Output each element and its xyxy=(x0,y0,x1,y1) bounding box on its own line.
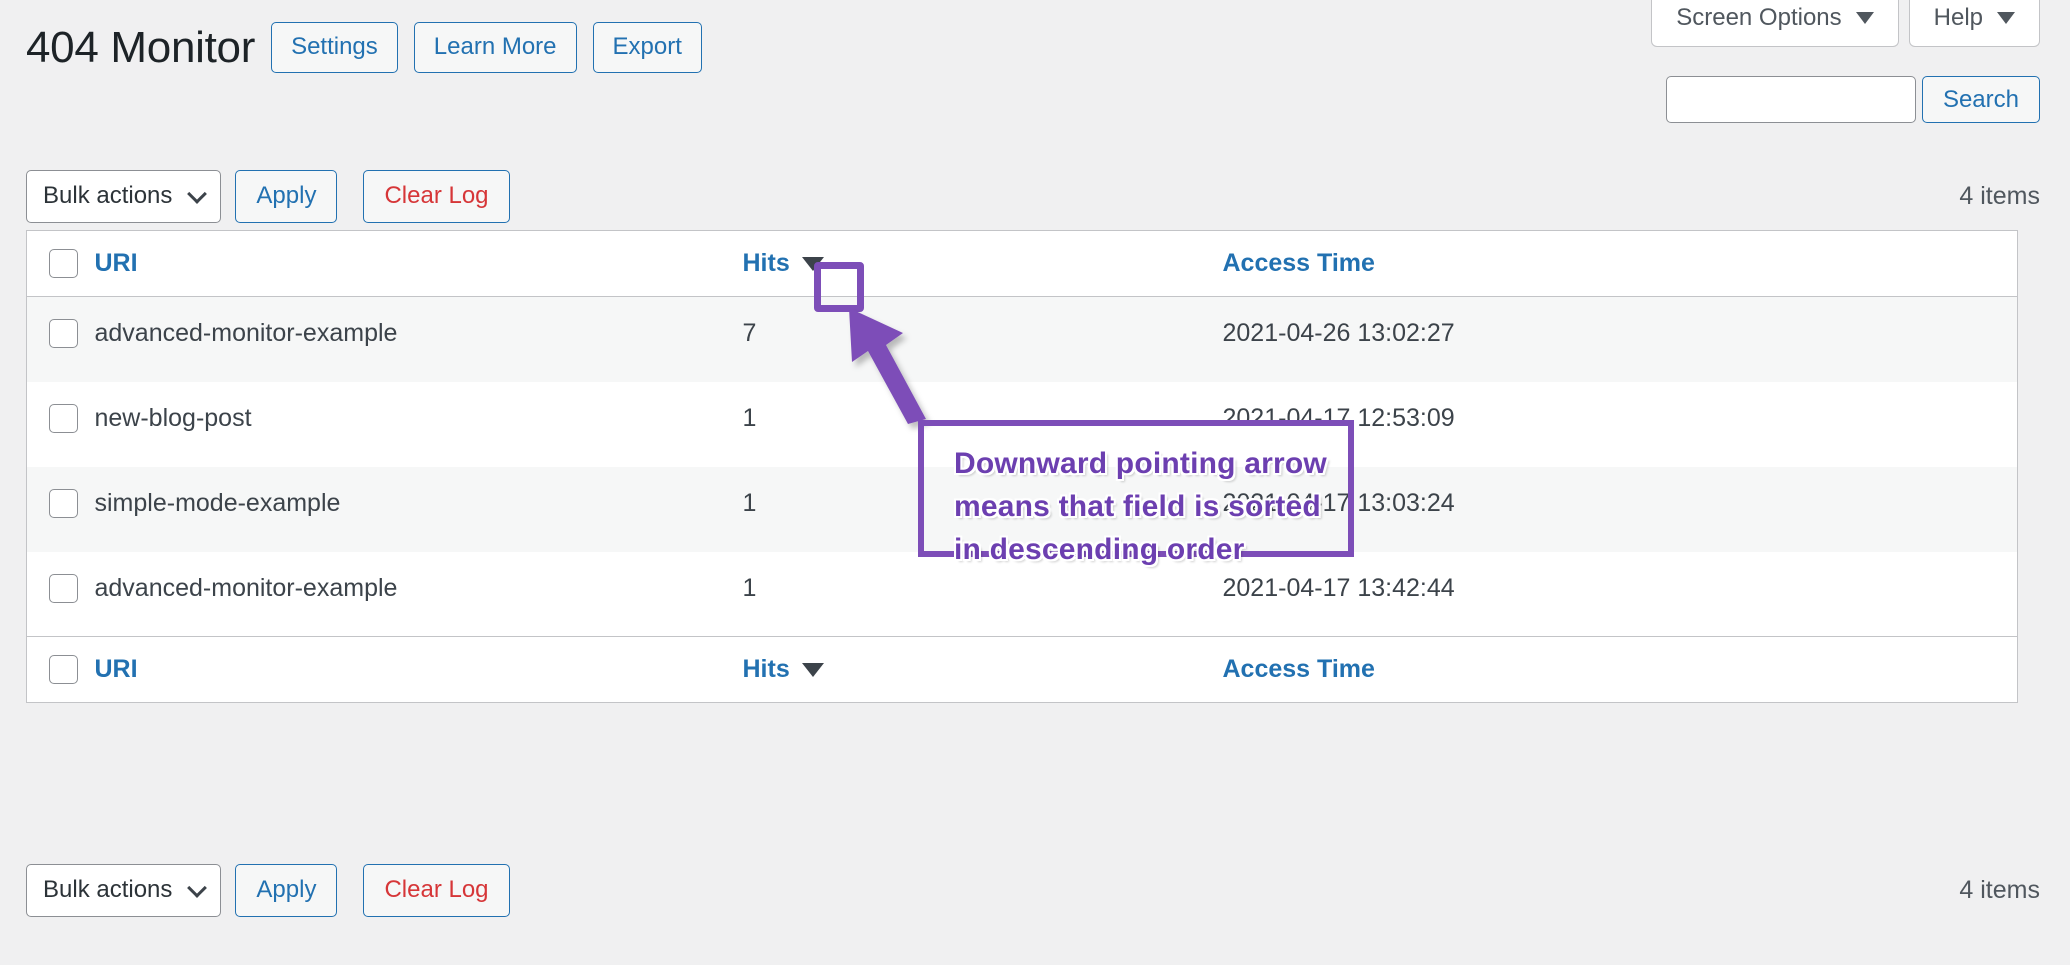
bulk-actions-select-top[interactable]: Bulk actions xyxy=(26,170,222,224)
cell-access-time: 2021-04-17 13:03:24 xyxy=(1222,488,1455,517)
page-header: 404 Monitor Settings Learn More Export xyxy=(26,22,702,74)
log-table: URI Hits Access Time advanced-monitor-ex… xyxy=(26,230,2018,703)
table-body: advanced-monitor-example 7 2021-04-26 13… xyxy=(26,296,2018,637)
screen-options-label: Screen Options xyxy=(1676,4,1842,31)
cell-hits: 1 xyxy=(742,488,757,517)
table-footer-row: URI Hits Access Time xyxy=(26,636,2018,703)
table-row: simple-mode-example 1 2021-04-17 13:03:2… xyxy=(26,466,2018,552)
tablenav-top: Bulk actions Apply Clear Log 4 items xyxy=(26,170,2040,224)
screen-options-button[interactable]: Screen Options xyxy=(1651,0,1899,47)
row-checkbox[interactable] xyxy=(49,573,78,603)
row-select-cell xyxy=(27,297,95,382)
cell-uri: simple-mode-example xyxy=(94,488,341,517)
search-button[interactable]: Search xyxy=(1921,76,2040,123)
items-count-top: 4 items xyxy=(1959,182,2040,211)
sort-link-uri[interactable]: URI xyxy=(95,249,138,278)
cell-access-time: 2021-04-17 12:53:09 xyxy=(1222,403,1455,432)
row-select-cell xyxy=(27,467,95,552)
column-footer-access-time[interactable]: Access Time xyxy=(1222,636,2018,703)
table-foot: URI Hits Access Time xyxy=(26,636,2018,703)
page-title: 404 Monitor xyxy=(26,22,256,72)
apply-button-bottom[interactable]: Apply xyxy=(235,864,338,918)
export-button[interactable]: Export xyxy=(592,22,702,74)
bulk-actions-label: Bulk actions xyxy=(43,876,173,903)
sort-link-hits-footer[interactable]: Hits xyxy=(743,655,790,684)
sort-link-access-time-footer[interactable]: Access Time xyxy=(1223,655,1375,684)
help-button[interactable]: Help xyxy=(1908,0,2040,47)
row-checkbox[interactable] xyxy=(49,488,78,518)
table-row: new-blog-post 1 2021-04-17 12:53:09 xyxy=(27,382,2018,467)
cell-uri: advanced-monitor-example xyxy=(94,551,743,637)
cell-access-time: 2021-04-17 13:42:44 xyxy=(1222,551,2018,637)
select-all-checkbox-bottom[interactable] xyxy=(49,655,78,684)
chevron-down-icon xyxy=(1997,12,2015,25)
sort-link-uri-footer[interactable]: URI xyxy=(95,655,138,684)
search-form: Search xyxy=(1665,76,2040,123)
table-row: advanced-monitor-example 7 2021-04-26 13… xyxy=(26,296,2018,382)
table-head: URI Hits Access Time xyxy=(26,230,2018,297)
cell-access-time: 2021-04-26 13:02:27 xyxy=(1222,319,1455,347)
select-all-footer xyxy=(26,636,95,703)
column-footer-uri[interactable]: URI xyxy=(94,636,743,703)
chevron-down-icon xyxy=(187,877,208,898)
chevron-down-icon xyxy=(1855,12,1874,25)
chevron-down-icon xyxy=(187,183,208,204)
apply-button-top[interactable]: Apply xyxy=(235,170,338,224)
select-all-header xyxy=(26,230,95,297)
bulk-actions-select-bottom[interactable]: Bulk actions xyxy=(26,864,222,918)
row-select-cell xyxy=(27,382,95,467)
clear-log-button-top[interactable]: Clear Log xyxy=(363,170,510,224)
screen-meta-bar: Screen Options Help xyxy=(1651,0,2040,47)
cell-uri: new-blog-post xyxy=(94,403,252,432)
items-count-bottom: 4 items xyxy=(1959,876,2040,905)
admin-page: Screen Options Help 404 Monitor Settings… xyxy=(0,0,2070,965)
row-checkbox[interactable] xyxy=(49,319,78,348)
column-header-hits[interactable]: Hits xyxy=(742,230,1223,297)
sort-descending-arrow-icon[interactable] xyxy=(801,256,824,271)
row-checkbox[interactable] xyxy=(49,403,78,433)
search-input[interactable] xyxy=(1665,76,1916,123)
column-header-access-time[interactable]: Access Time xyxy=(1222,230,2018,297)
row-select-cell xyxy=(26,551,95,637)
bulk-actions-label: Bulk actions xyxy=(43,182,173,209)
help-label: Help xyxy=(1933,4,1983,31)
tablenav-bottom: Bulk actions Apply Clear Log 4 items xyxy=(26,864,2040,918)
column-header-uri[interactable]: URI xyxy=(94,230,743,297)
sort-link-access-time[interactable]: Access Time xyxy=(1223,249,1375,278)
cell-hits: 1 xyxy=(742,403,757,432)
table-header-row: URI Hits Access Time xyxy=(26,230,2018,297)
clear-log-button-bottom[interactable]: Clear Log xyxy=(363,864,510,918)
table-row: advanced-monitor-example 1 2021-04-17 13… xyxy=(26,551,2018,637)
select-all-checkbox-top[interactable] xyxy=(49,249,78,278)
cell-hits: 1 xyxy=(742,551,1223,637)
cell-uri: advanced-monitor-example xyxy=(94,319,398,347)
sort-descending-arrow-icon[interactable] xyxy=(801,662,824,677)
column-footer-hits[interactable]: Hits xyxy=(742,636,1223,703)
settings-button[interactable]: Settings xyxy=(271,22,398,74)
cell-hits: 7 xyxy=(742,319,757,347)
learn-more-button[interactable]: Learn More xyxy=(413,22,577,74)
sort-link-hits[interactable]: Hits xyxy=(743,249,790,278)
